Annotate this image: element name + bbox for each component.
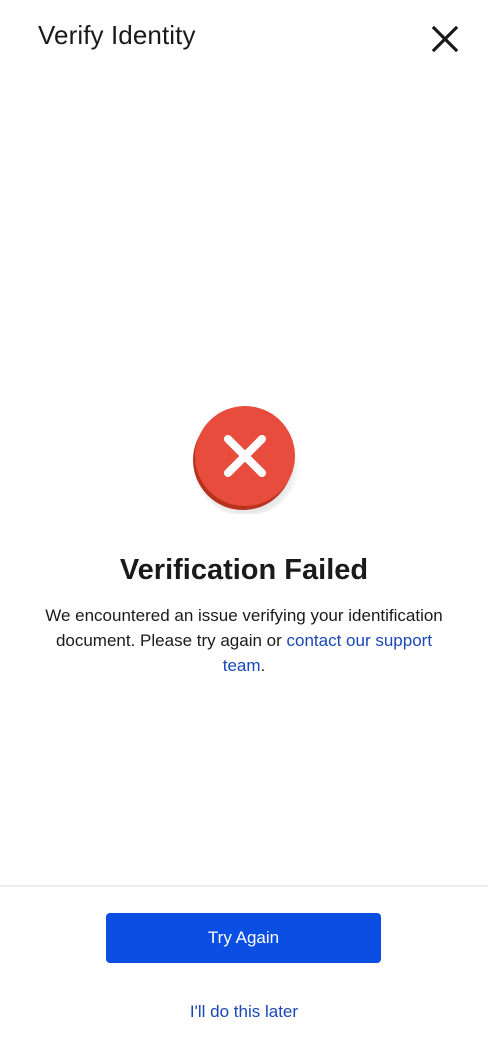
page-title: Verify Identity <box>38 20 196 50</box>
status-title: Verification Failed <box>119 554 369 586</box>
close-icon <box>432 26 458 52</box>
do-later-button[interactable]: I'll do this later <box>144 997 344 1027</box>
close-button[interactable] <box>426 20 464 58</box>
header: Verify Identity <box>0 0 488 76</box>
footer: Try Again I'll do this later <box>0 887 488 1059</box>
verify-identity-screen: Verify Identity Verification Failed We e… <box>0 0 488 1059</box>
error-x-circle-icon <box>190 402 302 514</box>
message-suffix: . <box>260 656 266 675</box>
status-message: We encountered an issue verifying your i… <box>36 603 452 678</box>
main-content: Verification Failed We encountered an is… <box>0 76 488 886</box>
try-again-button[interactable]: Try Again <box>106 913 381 963</box>
